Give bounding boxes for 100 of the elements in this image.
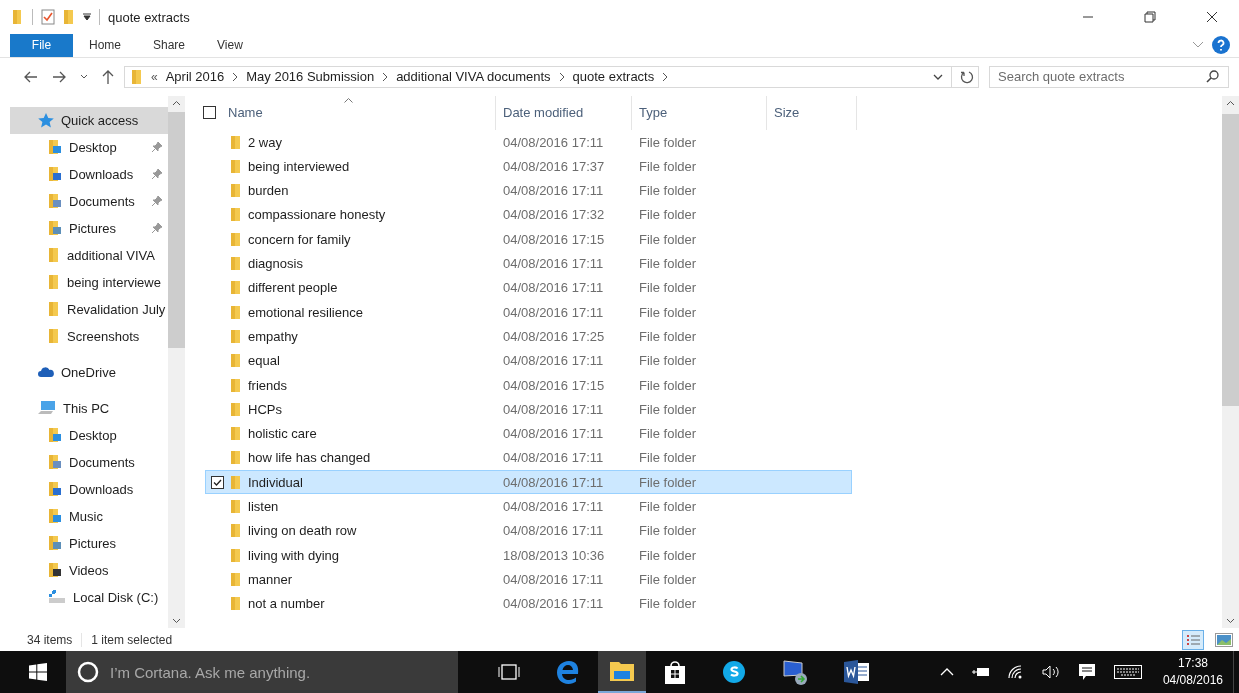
notifications-icon[interactable]: [1077, 663, 1096, 681]
ribbon-tab[interactable]: File: [10, 34, 73, 57]
sidebar-item[interactable]: Revalidation July: [10, 295, 168, 323]
sidebar-item[interactable]: OneDrive: [10, 358, 168, 386]
speaker-icon[interactable]: [1041, 665, 1060, 679]
scroll-up-icon[interactable]: [172, 99, 181, 106]
sidebar-item[interactable]: Pictures: [10, 529, 168, 557]
dropdown-icon[interactable]: [83, 13, 91, 21]
file-row[interactable]: listen 04/08/2016 17:11 File folder: [205, 494, 852, 519]
sidebar-item[interactable]: Pictures: [10, 214, 168, 242]
properties-icon[interactable]: [41, 9, 55, 25]
refresh-icon[interactable]: [960, 69, 974, 84]
sidebar-item[interactable]: Local Disk (C:): [10, 583, 168, 611]
show-hidden-icons-icon[interactable]: [939, 668, 954, 676]
file-row[interactable]: equal 04/08/2016 17:11 File folder: [205, 348, 852, 373]
details-view-icon[interactable]: [1182, 629, 1204, 650]
help-icon[interactable]: [1212, 36, 1230, 55]
file-row[interactable]: living on death row 04/08/2016 17:11 File folder: [205, 518, 852, 543]
clock-time[interactable]: 17:38: [1177, 655, 1208, 672]
close-icon[interactable]: [1206, 11, 1218, 23]
sidebar-item[interactable]: additional VIVA: [10, 241, 168, 269]
file-row[interactable]: friends 04/08/2016 17:15 File folder: [205, 372, 852, 398]
sidebar-item[interactable]: Quick access: [10, 106, 168, 134]
expand-ribbon-icon[interactable]: [1192, 41, 1204, 50]
checkbox[interactable]: [211, 475, 224, 489]
cortana-search-box[interactable]: I’m Cortana. Ask me anything.: [66, 651, 458, 693]
scroll-down-icon[interactable]: [1226, 618, 1235, 625]
wifi-icon[interactable]: [1007, 665, 1024, 679]
chevron-icon[interactable]: [382, 71, 389, 82]
recent-locations-icon[interactable]: [80, 73, 88, 80]
file-row[interactable]: manner 04/08/2016 17:11 File folder: [205, 567, 852, 592]
column-header[interactable]: Size: [774, 105, 800, 121]
sidebar-item[interactable]: Desktop: [10, 133, 168, 161]
pin-icon[interactable]: [152, 196, 162, 207]
keyboard-icon[interactable]: [1113, 665, 1142, 679]
sidebar-item[interactable]: Screenshots: [10, 322, 168, 350]
chevron-icon[interactable]: [232, 71, 239, 82]
file-row[interactable]: living with dying 18/08/2013 10:36 File folder: [205, 542, 852, 568]
file-row[interactable]: concern for family 04/08/2016 17:15 File folder: [205, 227, 852, 252]
ribbon-tab[interactable]: Share: [137, 34, 202, 57]
file-row[interactable]: not a number 04/08/2016 17:11 File folder: [205, 591, 852, 616]
sidebar-item[interactable]: Videos: [10, 556, 168, 584]
chevron-icon[interactable]: [662, 71, 669, 82]
back-icon[interactable]: [24, 70, 38, 83]
sidebar-item[interactable]: Desktop: [10, 421, 168, 449]
column-header[interactable]: Type: [639, 105, 668, 121]
remote-desktop-icon[interactable]: [782, 659, 808, 685]
task-view-icon[interactable]: [498, 664, 520, 680]
sidebar-item[interactable]: This PC: [10, 394, 168, 422]
file-explorer-icon[interactable]: [609, 660, 635, 682]
file-row[interactable]: different people 04/08/2016 17:11 File folder: [205, 275, 852, 300]
store-icon[interactable]: [664, 660, 686, 684]
file-row[interactable]: diagnosis 04/08/2016 17:11 File folder: [205, 251, 852, 276]
search-field[interactable]: Search quote extracts: [989, 65, 1229, 88]
select-all-checkbox[interactable]: [203, 106, 216, 120]
file-row[interactable]: being interviewed 04/08/2016 17:37 File folder: [205, 154, 852, 179]
file-row[interactable]: 2 way 04/08/2016 17:11 File folder: [205, 129, 852, 155]
sidebar-item[interactable]: Downloads: [10, 475, 168, 503]
file-row[interactable]: Individual 04/08/2016 17:11 File folder: [205, 470, 852, 495]
scroll-down-icon[interactable]: [172, 618, 181, 625]
column-header[interactable]: Date modified: [503, 105, 584, 121]
address-bar[interactable]: « April 2016 May 2016 Submission additional VIVA documents quote extracts: [124, 65, 979, 88]
browser-icon[interactable]: [556, 660, 580, 684]
pin-icon[interactable]: [152, 169, 162, 180]
forward-icon[interactable]: [52, 70, 66, 83]
file-row[interactable]: how life has changed 04/08/2016 17:11 File folder: [205, 445, 852, 471]
sidebar-item[interactable]: Documents: [10, 448, 168, 476]
ribbon-tab[interactable]: View: [201, 34, 259, 57]
file-row[interactable]: burden 04/08/2016 17:11 File folder: [205, 178, 852, 203]
ribbon-tab[interactable]: Home: [73, 34, 137, 57]
word-processor-icon[interactable]: [844, 660, 870, 684]
file-row[interactable]: emotional resilience 04/08/2016 17:11 File folder: [205, 300, 852, 325]
restore-icon[interactable]: [1144, 11, 1156, 23]
clock-date[interactable]: 04/08/2016: [1162, 672, 1223, 689]
sidebar-item[interactable]: being interviewe: [10, 268, 168, 296]
large-icons-view-icon[interactable]: [1215, 632, 1233, 647]
chevron-icon[interactable]: [558, 71, 565, 82]
sidebar-item[interactable]: Documents: [10, 187, 168, 215]
file-row[interactable]: holistic care 04/08/2016 17:11 File folder: [205, 421, 852, 446]
sidebar-item[interactable]: Downloads: [10, 160, 168, 188]
file-row[interactable]: empathy 04/08/2016 17:25 File folder: [205, 324, 852, 349]
breadcrumb[interactable]: quote extracts: [572, 69, 655, 85]
up-icon[interactable]: [102, 69, 114, 84]
scroll-up-icon[interactable]: [1226, 99, 1235, 106]
battery-icon[interactable]: [971, 667, 990, 677]
breadcrumb[interactable]: additional VIVA documents: [396, 69, 551, 85]
chat-app-icon[interactable]: [722, 660, 746, 684]
scrollbar[interactable]: [1222, 95, 1239, 629]
scrollbar[interactable]: [168, 95, 185, 629]
sort-icon[interactable]: [344, 97, 353, 103]
pin-icon[interactable]: [152, 142, 162, 153]
file-row[interactable]: HCPs 04/08/2016 17:11 File folder: [205, 397, 852, 422]
column-header[interactable]: Name: [228, 105, 263, 121]
sidebar-item[interactable]: Music: [10, 502, 168, 530]
overflow-chevron[interactable]: «: [151, 69, 158, 84]
file-row[interactable]: compassionare honesty 04/08/2016 17:32 File folder: [205, 202, 852, 228]
pin-icon[interactable]: [152, 223, 162, 234]
breadcrumb[interactable]: April 2016: [165, 69, 225, 85]
breadcrumb[interactable]: May 2016 Submission: [246, 69, 375, 85]
start-icon[interactable]: [29, 663, 47, 681]
